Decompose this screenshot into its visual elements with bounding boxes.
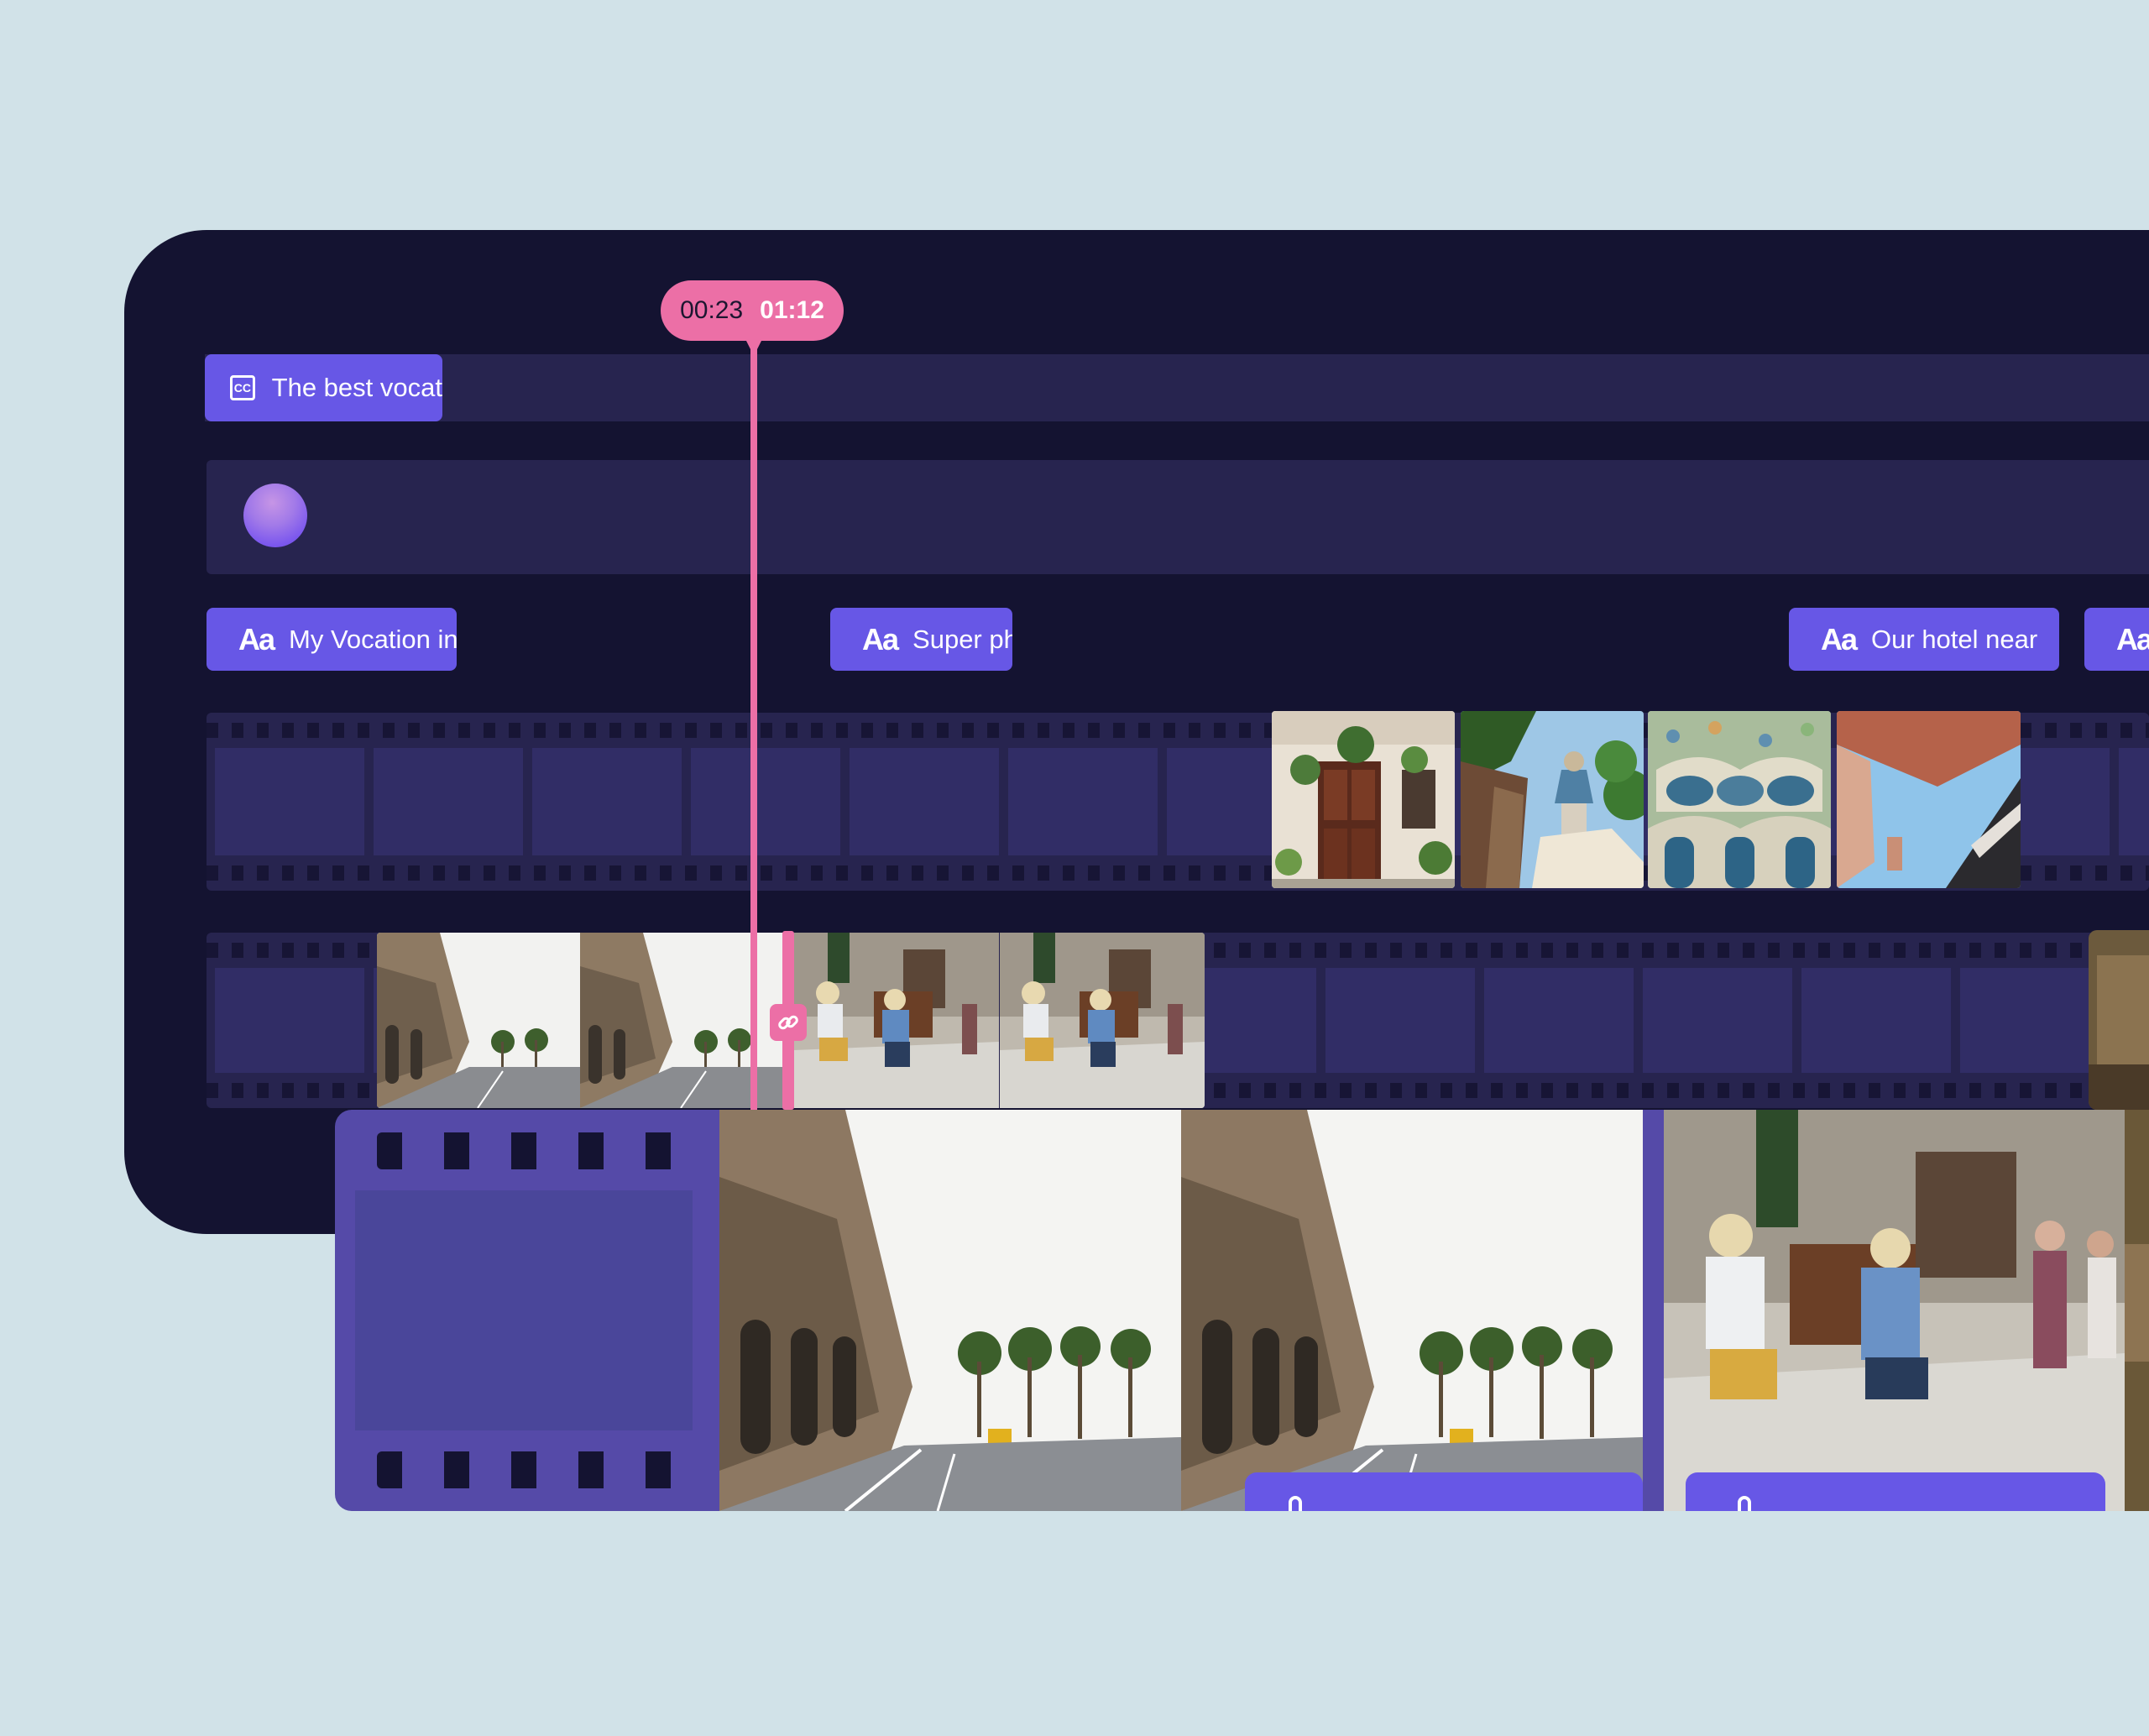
text-clip[interactable]: Aa Our hotel near — [1789, 608, 2059, 671]
text-clip-overlay[interactable] — [1245, 1472, 1643, 1511]
text-icon: Aa — [238, 621, 275, 656]
street-musicians-clip[interactable] — [794, 933, 1205, 1108]
text-clip-label: Super ph — [912, 624, 1012, 654]
text-clip[interactable]: Aa My Vocation in — [207, 608, 457, 671]
audio-track — [207, 460, 2149, 574]
text-icon: Aa — [862, 621, 899, 656]
street-avenue-clip[interactable] — [377, 933, 783, 1108]
film-icon — [335, 1110, 719, 1511]
link-icon[interactable] — [770, 1004, 807, 1041]
playhead-time-badge[interactable]: 00:23 01:12 — [661, 280, 844, 341]
current-time: 00:23 — [680, 296, 744, 324]
casa-batllo-photo[interactable] — [1648, 711, 1831, 888]
building-sky-photo[interactable] — [1837, 711, 2021, 888]
street-musicians-clip-large[interactable] — [1664, 1110, 2125, 1511]
park-guell-photo[interactable] — [1461, 711, 1644, 888]
text-icon — [1738, 1496, 1751, 1511]
playhead-line[interactable] — [750, 340, 757, 1111]
text-clip-label: Our hotel near — [1871, 624, 2038, 654]
text-icon — [1289, 1496, 1302, 1511]
clip-divider — [1643, 1110, 1661, 1511]
text-icon: Aa — [2116, 621, 2149, 656]
video-clip-edge[interactable] — [2089, 930, 2149, 1110]
text-icon: Aa — [1821, 621, 1858, 656]
caption-text: The best vocat — [271, 373, 442, 402]
text-clip-overlay[interactable] — [1686, 1472, 2105, 1511]
audio-orb-icon[interactable] — [243, 484, 307, 547]
text-clip[interactable]: Aa Super ph — [830, 608, 1012, 671]
caption-track — [205, 354, 2149, 421]
closed-captions-icon: CC — [230, 375, 255, 400]
caption-clip[interactable]: CC The best vocat — [205, 354, 442, 421]
text-clip[interactable]: Aa — [2084, 608, 2149, 671]
street-avenue-clip-large[interactable] — [719, 1110, 1643, 1511]
video-clip-edge-large[interactable] — [2125, 1110, 2149, 1511]
total-time: 01:12 — [760, 296, 824, 324]
text-clip-label: My Vocation in — [289, 624, 457, 654]
house-facade-photo[interactable] — [1272, 711, 1455, 888]
